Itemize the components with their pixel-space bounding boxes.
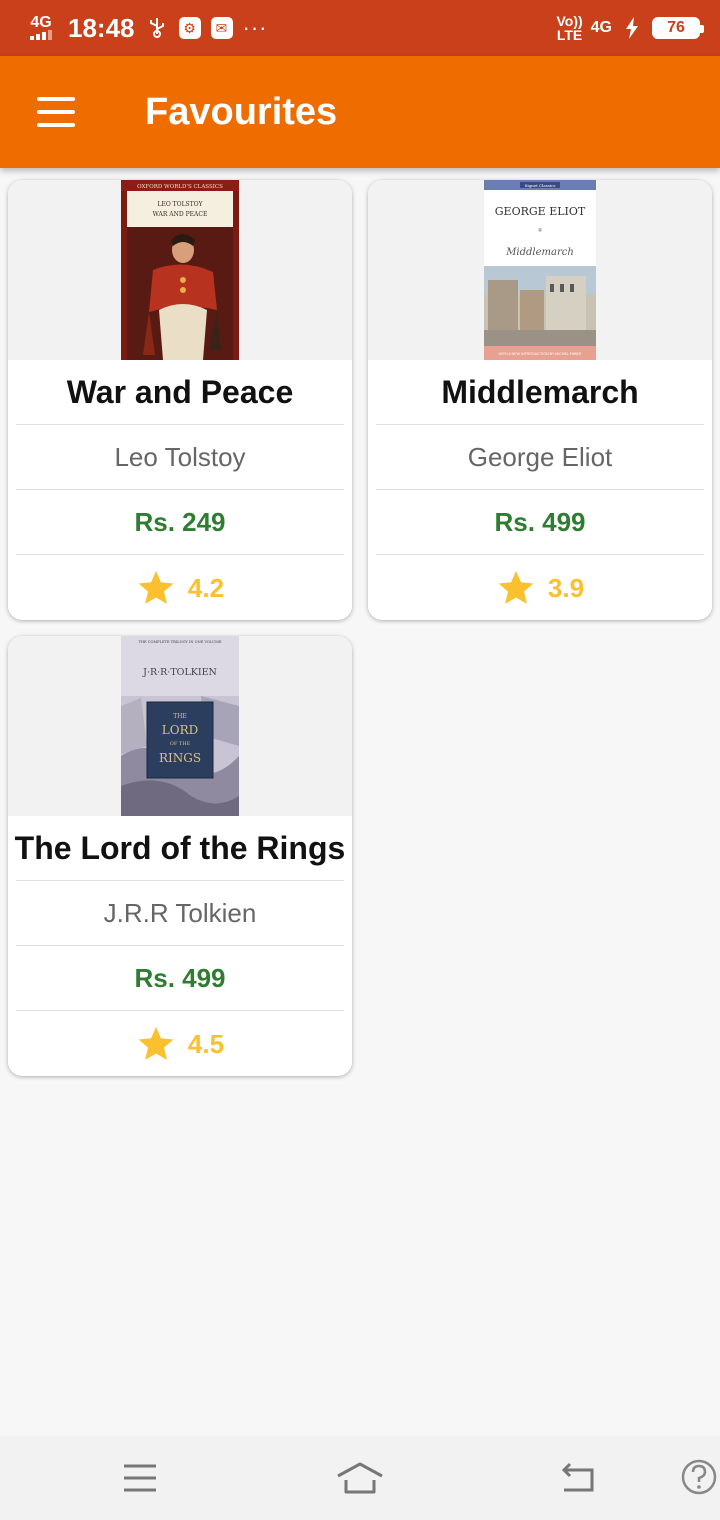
book-cover-area: THE COMPLETE TRILOGY IN ONE VOLUME J·R·R… [8,636,352,816]
rating-value: 4.2 [187,572,225,603]
app-bar: Favourites [0,56,720,168]
book-price: Rs. 249 [134,506,226,537]
charging-icon [620,16,644,40]
volte-label: Vo)) [556,13,583,29]
book-author: J.R.R Tolkien [103,897,257,928]
svg-text:❦: ❦ [537,227,542,234]
page-title: Favourites [145,90,338,133]
battery-level: 76 [667,19,685,36]
signal-indicator: 4G [30,14,52,40]
clock: 18:48 [68,12,135,43]
signal-bars-icon [30,30,52,40]
network-type-right: 4G [590,19,612,36]
volte-indicator: Vo)) LTE [556,14,582,42]
book-title: War and Peace [66,373,294,410]
book-author: Leo Tolstoy [114,441,246,472]
usb-debug-icon: ⚙ [178,17,201,39]
back-icon[interactable] [558,1458,598,1498]
book-title: The Lord of the Rings [14,829,346,866]
book-price: Rs. 499 [134,962,226,993]
rating-value: 4.5 [187,1028,225,1059]
book-card[interactable]: THE COMPLETE TRILOGY IN ONE VOLUME J·R·R… [8,636,352,1076]
menu-icon[interactable] [120,1458,160,1498]
system-navigation-bar [0,1436,720,1520]
svg-text:LEO TOLSTOY: LEO TOLSTOY [157,201,203,208]
svg-text:GEORGE ELIOT: GEORGE ELIOT [495,205,586,218]
book-author: George Eliot [467,441,613,472]
book-rating: 4.5 [8,1011,352,1076]
book-cover-image: OXFORD WORLD'S CLASSICS LEO TOLSTOY WAR … [121,180,239,360]
mail-icon: ✉ [210,17,233,39]
star-icon [138,1027,174,1060]
help-icon[interactable] [680,1458,718,1496]
book-title: Middlemarch [441,373,639,410]
home-icon[interactable] [336,1458,384,1498]
svg-text:THE COMPLETE TRILOGY IN ONE VO: THE COMPLETE TRILOGY IN ONE VOLUME [138,640,221,644]
network-type: 4G [30,14,52,31]
book-cover-area: Signet Classics GEORGE ELIOT ❦ Middlemar… [368,180,712,360]
usb-icon [145,16,169,40]
star-icon [498,571,534,604]
svg-text:Signet Classics: Signet Classics [525,183,556,188]
lte-label: LTE [556,27,583,43]
rating-value: 3.9 [547,572,585,603]
svg-text:OF THE: OF THE [170,741,191,747]
book-price: Rs. 499 [494,506,586,537]
book-rating: 3.9 [368,555,712,620]
star-icon [138,571,174,604]
more-notifications-icon: ··· [242,15,268,40]
svg-text:J·R·R·TOLKIEN: J·R·R·TOLKIEN [142,667,217,678]
book-card[interactable]: OXFORD WORLD'S CLASSICS LEO TOLSTOY WAR … [8,180,352,620]
svg-text:RINGS: RINGS [159,751,201,765]
book-rating: 4.2 [8,555,352,620]
status-bar: 4G 18:48 ⚙ ✉ ··· Vo)) LTE 4G 76 [0,0,720,56]
book-cover-image: THE COMPLETE TRILOGY IN ONE VOLUME J·R·R… [121,636,239,816]
svg-text:OXFORD WORLD'S CLASSICS: OXFORD WORLD'S CLASSICS [137,184,223,190]
svg-text:Middlemarch: Middlemarch [505,247,574,258]
battery-icon: 76 [652,17,704,39]
svg-text:THE: THE [173,713,187,720]
svg-text:WITH A NEW INTRODUCTION BY MIC: WITH A NEW INTRODUCTION BY MICHEL FABER [498,352,581,356]
hamburger-menu-icon[interactable] [0,56,112,168]
book-cover-image: Signet Classics GEORGE ELIOT ❦ Middlemar… [484,180,596,360]
svg-text:WAR AND PEACE: WAR AND PEACE [153,211,208,218]
book-cover-area: OXFORD WORLD'S CLASSICS LEO TOLSTOY WAR … [8,180,352,360]
book-card[interactable]: Signet Classics GEORGE ELIOT ❦ Middlemar… [368,180,712,620]
svg-text:LORD: LORD [162,723,198,737]
